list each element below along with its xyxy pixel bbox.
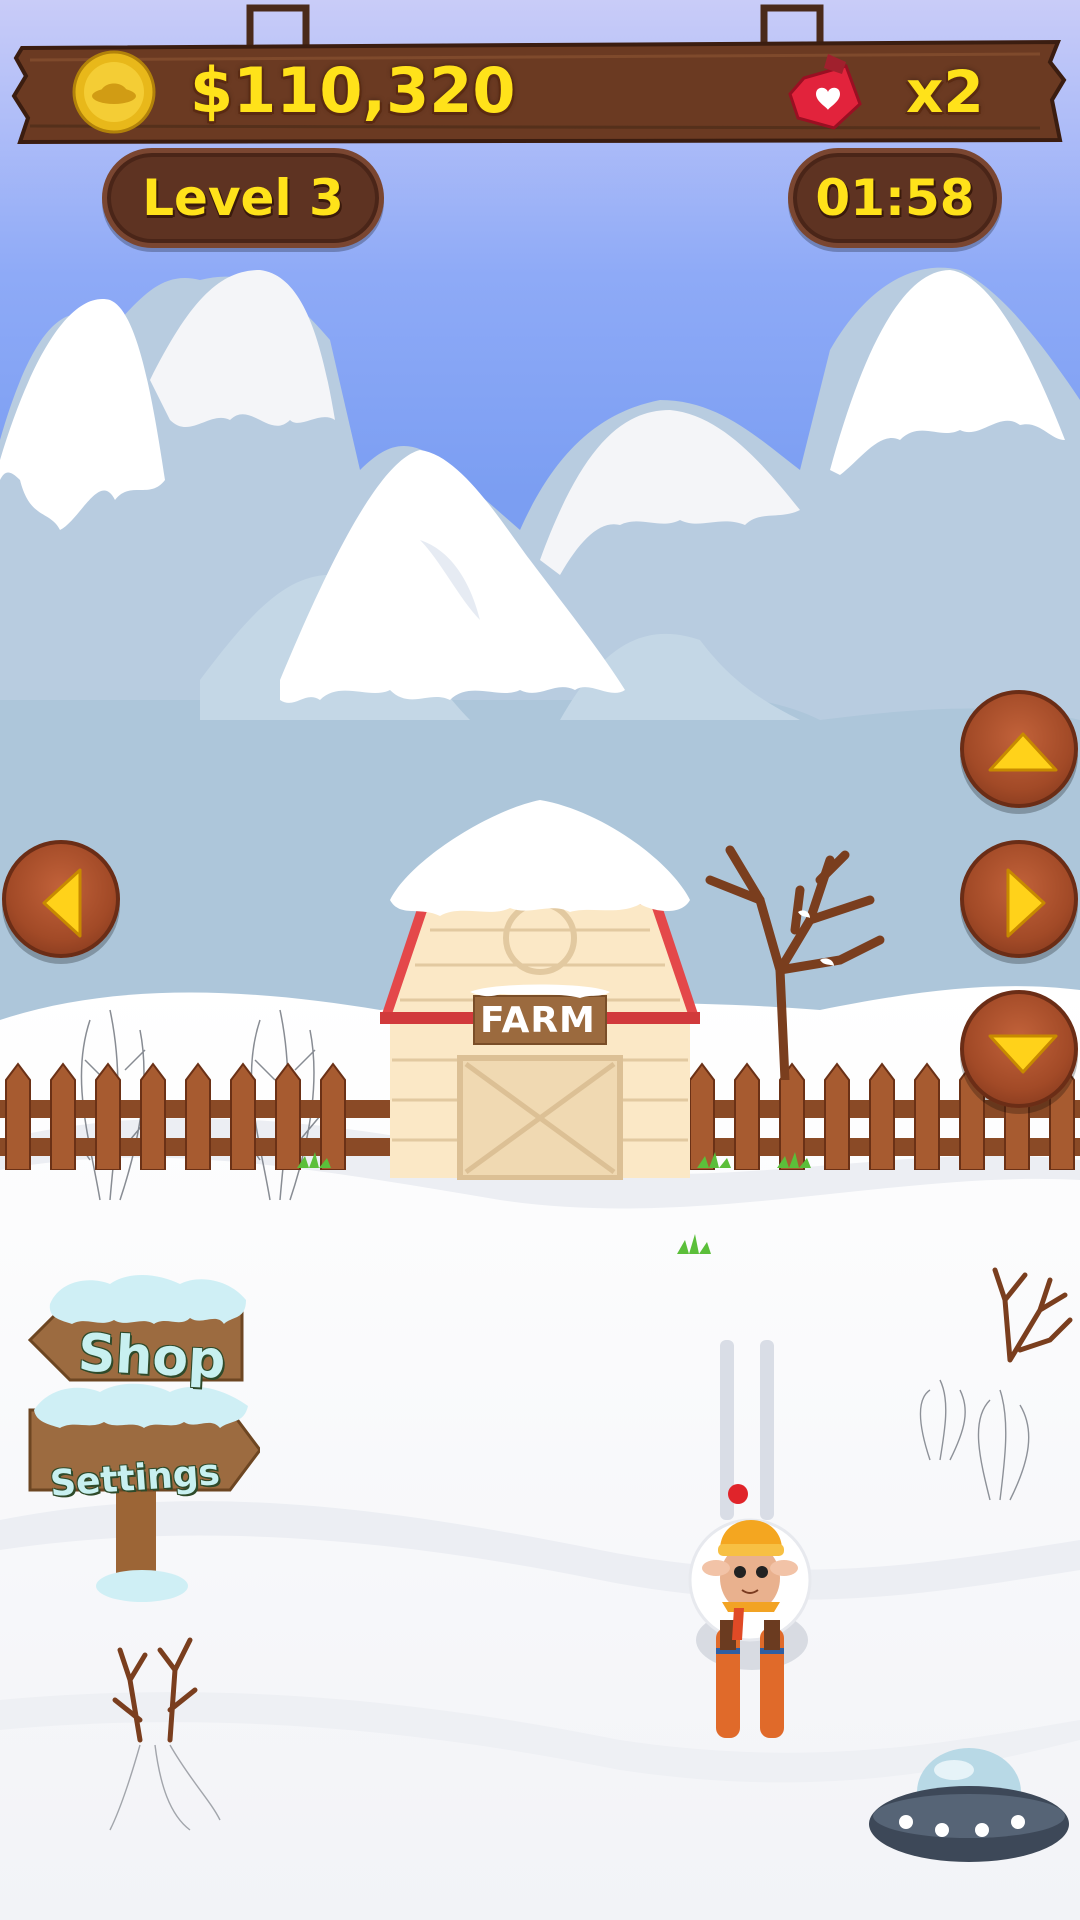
- timer-badge: 01:58: [788, 148, 1002, 248]
- barn-sign-label: FARM: [480, 1000, 596, 1041]
- farm-barn: [380, 800, 700, 1180]
- bare-twigs-left: [109, 1637, 221, 1831]
- arrow-left-icon: [42, 868, 82, 938]
- arrow-up-icon: [988, 732, 1058, 772]
- move-left-button[interactable]: [2, 840, 120, 958]
- grass-tuft: [777, 1152, 811, 1168]
- arrow-right-icon: [1006, 868, 1046, 938]
- money-counter: $110,320: [190, 54, 516, 127]
- grass-tuft: [677, 1234, 711, 1254]
- timer-label: 01:58: [815, 169, 975, 227]
- grass-tuft: [297, 1152, 331, 1168]
- move-down-button[interactable]: [960, 990, 1078, 1108]
- ufo-icon[interactable]: [866, 1736, 1072, 1876]
- arrow-down-icon: [988, 1034, 1058, 1074]
- game-scene: FARM Shop Settings $110,320 x2 Level 3 0…: [0, 0, 1080, 1920]
- shop-sign-button[interactable]: Shop: [77, 1323, 227, 1391]
- bare-twigs-right: [919, 1267, 1073, 1501]
- sheep-player: [688, 1484, 812, 1738]
- coin-icon: [72, 50, 156, 134]
- level-badge: Level 3: [102, 148, 384, 248]
- heart-bag-icon: [788, 54, 862, 130]
- grass-tuft: [697, 1152, 731, 1168]
- move-up-button[interactable]: [960, 690, 1078, 808]
- lives-counter: x2: [906, 58, 984, 126]
- move-right-button[interactable]: [960, 840, 1078, 958]
- level-label: Level 3: [142, 169, 344, 227]
- signpost: [27, 1274, 260, 1602]
